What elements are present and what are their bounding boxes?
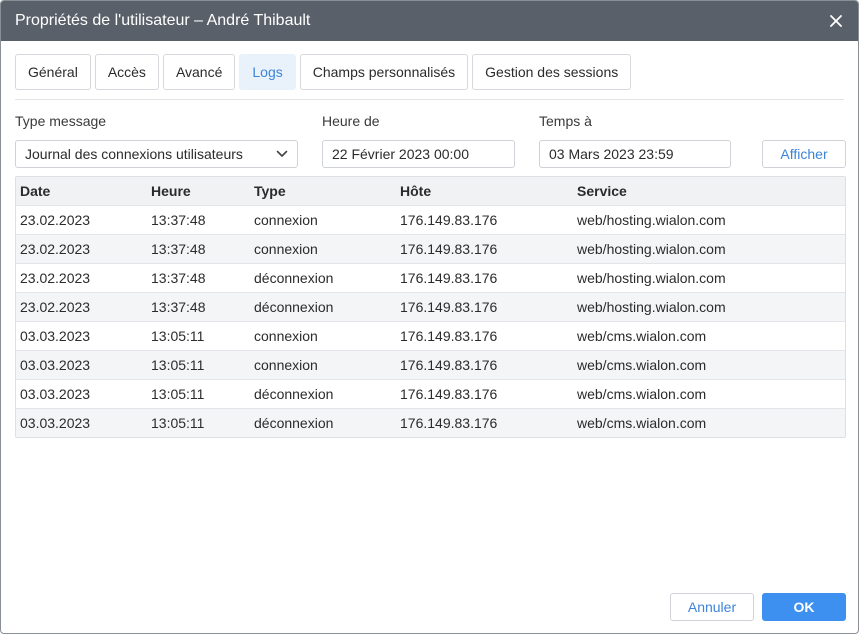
cell-host: 176.149.83.176 [400,357,498,373]
message-type-select[interactable]: Journal des connexions utilisateurs [15,140,298,168]
table-row[interactable]: 03.03.2023 13:05:11 déconnexion 176.149.… [16,408,845,437]
column-header-host[interactable]: Hôte [396,183,573,199]
tab-session-management[interactable]: Gestion des sessions [472,54,632,90]
cell-time: 13:37:48 [151,241,206,257]
table-row[interactable]: 23.02.2023 13:37:48 connexion 176.149.83… [16,234,845,263]
column-header-date[interactable]: Date [16,183,147,199]
cell-host: 176.149.83.176 [400,241,498,257]
message-type-label: Type message [15,113,107,129]
cell-host: 176.149.83.176 [400,270,498,286]
tab-access[interactable]: Accès [94,54,159,90]
from-time-label: Heure de [322,113,380,129]
cell-date: 23.02.2023 [20,241,91,257]
tab-label: Accès [107,64,146,80]
cell-date: 03.03.2023 [20,357,91,373]
cell-time: 13:37:48 [151,212,206,228]
cell-service: web/cms.wialon.com [577,415,707,431]
to-time-label: Temps à [539,113,592,129]
chevron-down-icon [276,150,288,157]
message-type-value: Journal des connexions utilisateurs [25,146,243,162]
table-row[interactable]: 23.02.2023 13:37:48 déconnexion 176.149.… [16,263,845,292]
from-time-input[interactable]: 22 Février 2023 00:00 [322,140,515,168]
tab-bar: Général Accès Avancé Logs Champs personn… [15,54,844,90]
tab-logs[interactable]: Logs [239,54,296,90]
tabs-divider [15,99,844,100]
tab-label: Général [28,64,78,80]
tab-label: Gestion des sessions [485,64,619,80]
table-header-row: Date Heure Type Hôte Service [16,177,845,205]
column-header-time[interactable]: Heure [147,183,250,199]
cell-time: 13:05:11 [151,357,205,373]
cell-host: 176.149.83.176 [400,328,498,344]
column-header-service[interactable]: Service [573,183,845,199]
cell-date: 23.02.2023 [20,299,91,315]
cell-time: 13:05:11 [151,386,205,402]
cell-host: 176.149.83.176 [400,386,498,402]
tab-advanced[interactable]: Avancé [162,54,236,90]
cell-time: 13:05:11 [151,415,205,431]
cell-host: 176.149.83.176 [400,299,498,315]
user-properties-dialog: Propriétés de l'utilisateur – André Thib… [0,0,859,634]
tab-label: Champs personnalisés [312,64,456,80]
cell-time: 13:37:48 [151,299,206,315]
cell-service: web/hosting.wialon.com [577,241,726,257]
cancel-button[interactable]: Annuler [670,593,754,621]
table-row[interactable]: 03.03.2023 13:05:11 connexion 176.149.83… [16,350,845,379]
cell-service: web/hosting.wialon.com [577,299,726,315]
column-header-type[interactable]: Type [250,183,396,199]
cell-service: web/cms.wialon.com [577,357,707,373]
cell-service: web/cms.wialon.com [577,328,707,344]
cell-service: web/hosting.wialon.com [577,270,726,286]
cell-time: 13:37:48 [151,270,206,286]
tab-custom-fields[interactable]: Champs personnalisés [299,54,469,90]
cell-type: connexion [254,328,318,344]
cell-type: déconnexion [254,299,334,315]
cell-host: 176.149.83.176 [400,212,498,228]
table-row[interactable]: 03.03.2023 13:05:11 connexion 176.149.83… [16,321,845,350]
cell-service: web/hosting.wialon.com [577,212,726,228]
cell-time: 13:05:11 [151,328,205,344]
close-button[interactable] [826,11,846,31]
tab-label: Avancé [175,64,223,80]
tab-label: Logs [252,64,283,80]
cell-date: 23.02.2023 [20,270,91,286]
to-time-value: 03 Mars 2023 23:59 [549,146,674,162]
cell-date: 03.03.2023 [20,328,91,344]
show-button[interactable]: Afficher [762,140,846,168]
from-time-value: 22 Février 2023 00:00 [332,146,469,162]
dialog-title: Propriétés de l'utilisateur – André Thib… [15,12,311,29]
cell-type: connexion [254,241,318,257]
cell-type: déconnexion [254,386,334,402]
cell-type: connexion [254,357,318,373]
cell-date: 03.03.2023 [20,386,91,402]
cell-type: déconnexion [254,270,334,286]
logs-table: Date Heure Type Hôte Service 23.02.2023 … [15,176,846,438]
cell-date: 03.03.2023 [20,415,91,431]
dialog-titlebar: Propriétés de l'utilisateur – André Thib… [1,1,858,41]
tab-general[interactable]: Général [15,54,91,90]
to-time-input[interactable]: 03 Mars 2023 23:59 [539,140,731,168]
ok-button[interactable]: OK [762,593,846,621]
cell-date: 23.02.2023 [20,212,91,228]
table-row[interactable]: 23.02.2023 13:37:48 connexion 176.149.83… [16,205,845,234]
cell-type: déconnexion [254,415,334,431]
close-icon [830,15,842,27]
cell-type: connexion [254,212,318,228]
cell-host: 176.149.83.176 [400,415,498,431]
cell-service: web/cms.wialon.com [577,386,707,402]
table-row[interactable]: 23.02.2023 13:37:48 déconnexion 176.149.… [16,292,845,321]
table-row[interactable]: 03.03.2023 13:05:11 déconnexion 176.149.… [16,379,845,408]
